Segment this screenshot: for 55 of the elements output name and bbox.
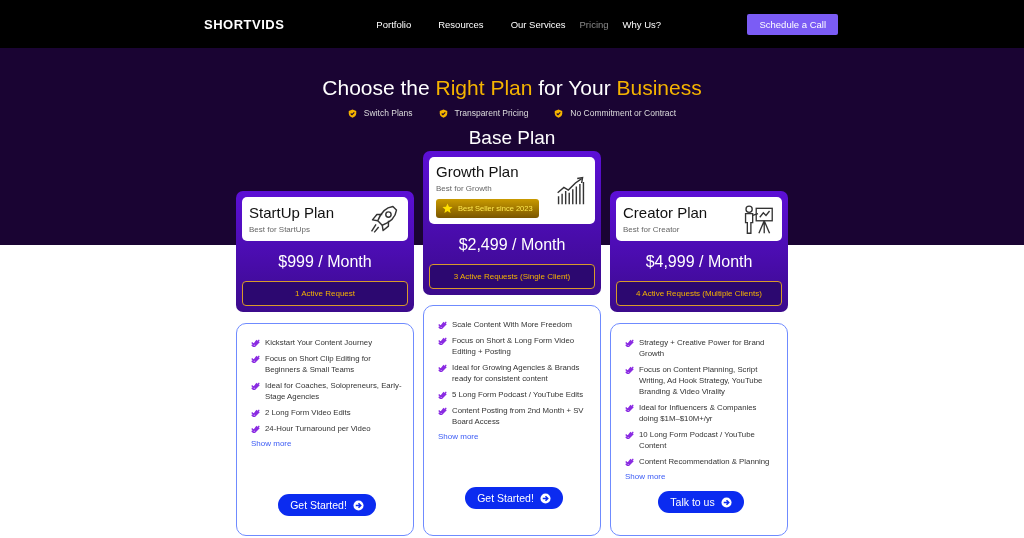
plan-name: Growth Plan	[436, 163, 520, 180]
nav-link[interactable]: Portfolio	[376, 18, 412, 30]
star-icon	[442, 203, 453, 214]
plan-subtitle: Best for Creator	[623, 225, 681, 234]
plan-name: Creator Plan	[623, 204, 708, 221]
perk-label: Transparent Pricing	[454, 108, 529, 118]
arrow-circle-icon	[720, 496, 732, 508]
shield-check-icon	[347, 108, 357, 118]
nav-link[interactable]: Our Services	[510, 18, 566, 30]
double-check-icon	[251, 381, 260, 390]
plan-subtitle: Best for StartUps	[249, 225, 311, 234]
double-check-icon	[438, 336, 447, 345]
plan-price: $999 / Month	[277, 252, 373, 272]
double-check-icon	[625, 365, 634, 374]
double-check-icon	[625, 457, 634, 466]
plan-subtitle: Best for Growth	[436, 184, 493, 193]
schedule-call-button[interactable]: Schedule a Call	[747, 13, 838, 35]
growth-chart-icon	[555, 174, 587, 207]
shield-check-icon	[554, 108, 564, 118]
plan-price: $4,999 / Month	[644, 252, 754, 272]
section-title: Base Plan	[468, 126, 556, 150]
nav-link[interactable]: Why Us?	[622, 18, 662, 30]
double-check-icon	[251, 354, 260, 363]
plan-button[interactable]: Get Started!	[278, 494, 376, 516]
double-check-icon	[438, 406, 447, 415]
perk-label: No Commitment or Contract	[570, 108, 677, 118]
active-requests-box: 4 Active Requests (Multiple Clients)	[616, 281, 782, 306]
nav-link[interactable]: Resources	[438, 18, 484, 30]
plan-name: StartUp Plan	[249, 204, 335, 221]
double-check-icon	[438, 320, 447, 329]
plan-button[interactable]: Get Started!	[465, 487, 563, 509]
arrow-circle-icon	[539, 492, 551, 504]
plan-button[interactable]: Talk to us	[658, 491, 744, 513]
double-check-icon	[438, 363, 447, 372]
double-check-icon	[251, 424, 260, 433]
shield-check-icon	[438, 108, 448, 118]
double-check-icon	[625, 338, 634, 347]
double-check-icon	[251, 408, 260, 417]
perk-label: Switch Plans	[363, 108, 413, 118]
presenter-icon	[742, 203, 774, 235]
double-check-icon	[625, 430, 634, 439]
rocket-icon	[368, 203, 400, 235]
active-requests-box: 3 Active Requests (Single Client)	[429, 264, 595, 289]
plan-price: $2,499 / Month	[457, 235, 567, 255]
logo[interactable]: SHORTVIDS	[204, 16, 285, 32]
active-requests-box: 1 Active Request	[242, 281, 408, 306]
double-check-icon	[251, 338, 260, 347]
double-check-icon	[438, 390, 447, 399]
nav-link[interactable]: Pricing	[579, 18, 609, 30]
arrow-circle-icon	[352, 499, 364, 511]
double-check-icon	[625, 403, 634, 412]
show-more-link[interactable]: Show more	[625, 472, 777, 481]
show-more-link[interactable]: Show more	[251, 439, 403, 448]
headline: Choose the Right Plan for Your Business	[322, 75, 702, 101]
show-more-link[interactable]: Show more	[438, 432, 590, 441]
